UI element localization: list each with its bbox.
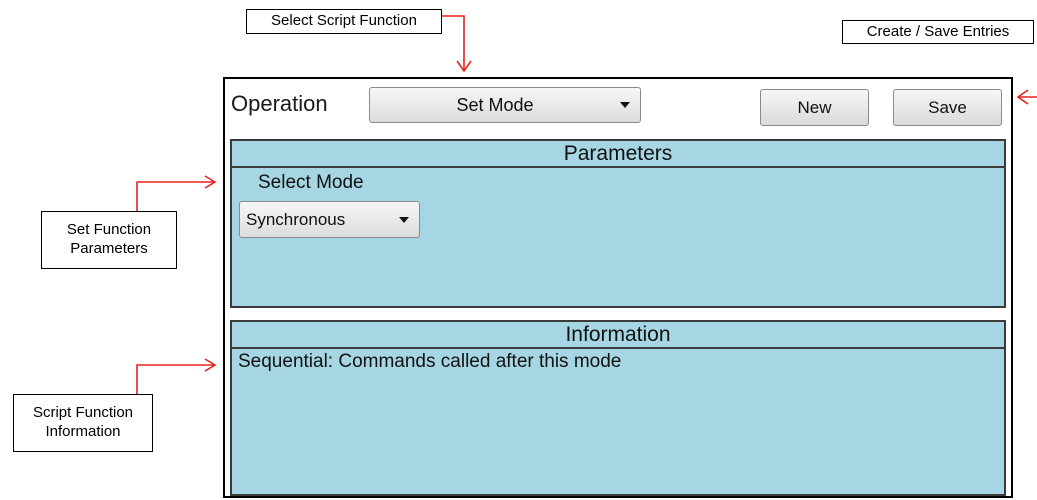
operation-dropdown[interactable]: Set Mode xyxy=(369,87,641,123)
select-mode-dropdown-value: Synchronous xyxy=(246,209,346,229)
new-button-label: New xyxy=(797,97,832,117)
information-body: Sequential: Commands called after this m… xyxy=(232,349,1004,494)
chevron-down-icon xyxy=(620,102,630,108)
parameters-header: Parameters xyxy=(232,141,1004,168)
select-mode-label: Select Mode xyxy=(258,172,364,193)
parameters-body: Select Mode Synchronous xyxy=(232,168,1004,306)
arrow-select-function xyxy=(442,15,465,70)
information-text: Sequential: Commands called after this m… xyxy=(238,351,622,372)
arrow-set-params xyxy=(136,181,214,211)
save-button[interactable]: Save xyxy=(893,89,1002,126)
arrow-info xyxy=(136,364,214,394)
chevron-down-icon xyxy=(399,216,409,223)
information-header: Information xyxy=(232,322,1004,349)
information-section: Information Sequential: Commands called … xyxy=(230,320,1006,496)
save-button-label: Save xyxy=(928,97,967,117)
script-editor-panel: Operation Set Mode New Save Parameters S… xyxy=(223,77,1013,498)
operation-dropdown-value: Set Mode xyxy=(456,94,534,115)
new-button[interactable]: New xyxy=(760,89,869,126)
parameters-section: Parameters Select Mode Synchronous xyxy=(230,139,1006,308)
select-mode-dropdown[interactable]: Synchronous xyxy=(239,201,420,238)
operation-label: Operation xyxy=(231,91,328,116)
